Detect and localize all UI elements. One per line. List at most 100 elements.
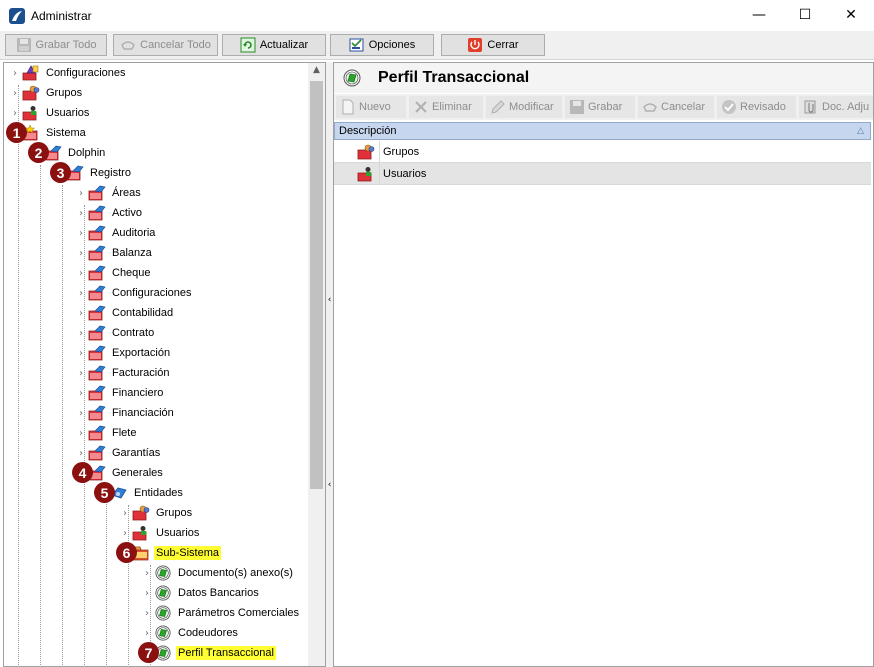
tree-item-registro[interactable]: Registro bbox=[66, 163, 133, 183]
actualizar-label: Actualizar bbox=[259, 39, 309, 51]
expand-arrow-icon[interactable]: › bbox=[76, 268, 86, 279]
green-leaf-icon bbox=[154, 565, 172, 581]
grid-column-header[interactable]: Descripción △ bbox=[334, 122, 871, 140]
cerrar-label: Cerrar bbox=[487, 39, 519, 51]
expand-arrow-icon[interactable]: › bbox=[10, 88, 20, 99]
tree-item-label: Perfil Transaccional bbox=[176, 646, 276, 660]
tree-item-grupos-entidades[interactable]: › Grupos bbox=[120, 503, 194, 523]
tree-item-contrato[interactable]: › Contrato bbox=[76, 323, 156, 343]
tree-item-parametros-comerciales[interactable]: › Parámetros Comerciales bbox=[142, 603, 301, 623]
expand-arrow-icon[interactable]: › bbox=[142, 608, 152, 619]
tree-item-configuraciones-registro[interactable]: › Configuraciones bbox=[76, 283, 194, 303]
expand-arrow-icon[interactable]: › bbox=[76, 308, 86, 319]
grabar-button[interactable]: Grabar bbox=[565, 96, 635, 118]
collapse-left-icon[interactable]: ‹ bbox=[326, 480, 333, 490]
cancelar-button[interactable]: Cancelar bbox=[638, 96, 714, 118]
tree-item-sub-sistema[interactable]: Sub-Sistema bbox=[132, 543, 221, 563]
expand-arrow-icon[interactable]: › bbox=[76, 428, 86, 439]
tree-item-garantias[interactable]: › Garantías bbox=[76, 443, 162, 463]
modificar-button[interactable]: Modificar bbox=[486, 96, 562, 118]
grid-row-grupos[interactable]: Grupos bbox=[334, 140, 871, 163]
expand-arrow-icon[interactable]: › bbox=[76, 248, 86, 259]
tree-scrollbar[interactable]: ▲ bbox=[308, 63, 325, 666]
tree-item-cheque[interactable]: › Cheque bbox=[76, 263, 153, 283]
expand-arrow-icon[interactable]: › bbox=[142, 628, 152, 639]
tree-item-areas[interactable]: › Áreas bbox=[76, 183, 143, 203]
tree-item-configuraciones[interactable]: › Configuraciones bbox=[10, 63, 128, 83]
tree-item-financiacion[interactable]: › Financiación bbox=[76, 403, 176, 423]
expand-arrow-icon[interactable]: › bbox=[76, 368, 86, 379]
app-icon bbox=[9, 7, 25, 24]
nuevo-button[interactable]: Nuevo bbox=[336, 96, 406, 118]
expand-arrow-icon[interactable]: › bbox=[120, 508, 130, 519]
grid-row-usuarios[interactable]: Usuarios bbox=[334, 162, 871, 185]
expand-arrow-icon[interactable]: › bbox=[10, 108, 20, 119]
tree-item-label: Sub-Sistema bbox=[154, 546, 221, 560]
refresh-icon bbox=[240, 37, 256, 53]
tree-item-generales[interactable]: Generales bbox=[88, 463, 165, 483]
step-badge: 7 bbox=[138, 642, 159, 663]
tree-item-usuarios[interactable]: › Usuarios bbox=[10, 103, 91, 123]
maximize-button[interactable]: ☐ bbox=[782, 0, 828, 30]
expand-arrow-icon[interactable]: › bbox=[76, 388, 86, 399]
tree-item-exportacion[interactable]: › Exportación bbox=[76, 343, 172, 363]
doc-adjuntos-button[interactable]: Doc. Adju bbox=[799, 96, 873, 118]
scroll-thumb[interactable] bbox=[310, 81, 323, 489]
expand-arrow-icon[interactable]: › bbox=[76, 328, 86, 339]
collapse-left-icon[interactable]: ‹ bbox=[326, 295, 333, 305]
eliminar-button[interactable]: Eliminar bbox=[409, 96, 483, 118]
tree-item-financiero[interactable]: › Financiero bbox=[76, 383, 165, 403]
revisado-button[interactable]: Revisado bbox=[717, 96, 796, 118]
tree-item-documentos-anexos[interactable]: › Documento(s) anexo(s) bbox=[142, 563, 295, 583]
cancelar-todo-label: Cancelar Todo bbox=[140, 39, 211, 51]
grid-row-label: Usuarios bbox=[383, 167, 427, 180]
expand-arrow-icon[interactable]: › bbox=[76, 408, 86, 419]
tree-item-label: Áreas bbox=[112, 187, 141, 199]
tree-item-datos-bancarios[interactable]: › Datos Bancarios bbox=[142, 583, 261, 603]
tree-item-grupos[interactable]: › Grupos bbox=[10, 83, 84, 103]
actualizar-button[interactable]: Actualizar bbox=[222, 34, 326, 56]
tree-item-dolphin[interactable]: Dolphin bbox=[44, 143, 107, 163]
expand-arrow-icon[interactable]: › bbox=[76, 288, 86, 299]
expand-arrow-icon[interactable]: › bbox=[76, 448, 86, 459]
tree-item-label: Registro bbox=[90, 167, 131, 179]
tree-item-codeudores[interactable]: › Codeudores bbox=[142, 623, 240, 643]
minimize-button[interactable]: — bbox=[736, 0, 782, 30]
tree-item-perfil-transaccional[interactable]: Perfil Transaccional bbox=[154, 643, 276, 663]
tree-item-label: Flete bbox=[112, 427, 137, 439]
panel-splitter[interactable]: ‹ ‹ bbox=[326, 62, 333, 667]
expand-arrow-icon[interactable]: › bbox=[76, 188, 86, 199]
tree-item-label: Sistema bbox=[46, 127, 86, 139]
expand-arrow-icon[interactable]: › bbox=[76, 208, 86, 219]
grabar-todo-button[interactable]: Grabar Todo bbox=[5, 34, 107, 56]
edit-icon bbox=[491, 100, 505, 114]
tree-item-sistema[interactable]: Sistema bbox=[22, 123, 88, 143]
tree-item-label: Grupos bbox=[46, 87, 83, 99]
expand-arrow-icon[interactable]: › bbox=[76, 348, 86, 359]
tree-item-entidades[interactable]: Entidades bbox=[110, 483, 185, 503]
tree-item-label: Contabilidad bbox=[112, 307, 174, 319]
cancelar-todo-button[interactable]: Cancelar Todo bbox=[113, 34, 218, 56]
tree-item-activo[interactable]: › Activo bbox=[76, 203, 144, 223]
expand-arrow-icon[interactable]: › bbox=[76, 228, 86, 239]
tree-item-balanza[interactable]: › Balanza bbox=[76, 243, 154, 263]
folder-icon bbox=[88, 425, 106, 441]
cerrar-button[interactable]: Cerrar bbox=[441, 34, 545, 56]
tree-guide bbox=[106, 485, 107, 665]
grupos-icon bbox=[22, 85, 40, 101]
expand-arrow-icon[interactable]: › bbox=[10, 68, 20, 79]
tree-item-auditoria[interactable]: › Auditoria bbox=[76, 223, 157, 243]
close-window-button[interactable]: ✕ bbox=[828, 0, 874, 30]
opciones-button[interactable]: Opciones bbox=[330, 34, 434, 56]
expand-arrow-icon[interactable]: › bbox=[120, 528, 130, 539]
tree-item-usuarios-entidades[interactable]: › Usuarios bbox=[120, 523, 201, 543]
expand-arrow-icon[interactable]: › bbox=[142, 588, 152, 599]
scroll-up-icon[interactable]: ▲ bbox=[308, 65, 325, 79]
tree-item-facturacion[interactable]: › Facturación bbox=[76, 363, 171, 383]
tree-item-contabilidad[interactable]: › Contabilidad bbox=[76, 303, 175, 323]
tree-item-flete[interactable]: › Flete bbox=[76, 423, 138, 443]
grid-row-label: Grupos bbox=[383, 145, 420, 158]
tree-panel[interactable]: › Configuraciones › Grupos › Usuarios Si… bbox=[3, 62, 326, 667]
power-icon bbox=[468, 38, 483, 52]
expand-arrow-icon[interactable]: › bbox=[142, 568, 152, 579]
